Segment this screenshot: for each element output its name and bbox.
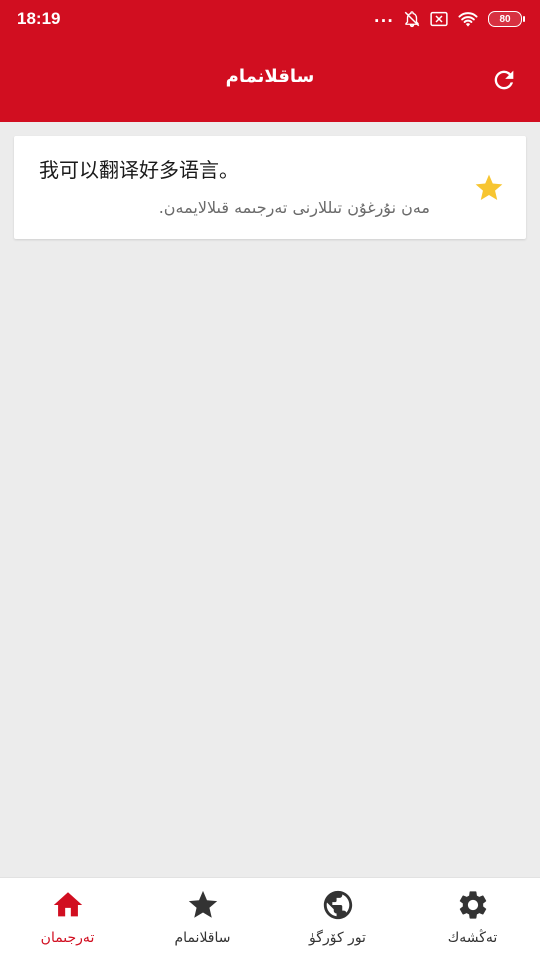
status-bar: 18:19 ... 80 [0, 0, 540, 40]
source-text: 我可以翻译好多语言。 [39, 158, 239, 182]
wifi-icon [458, 12, 478, 27]
page-title: ساقلانمام [225, 66, 315, 87]
nav-label-translator: تەرجىمان [40, 930, 95, 946]
status-time: 18:19 [17, 9, 61, 28]
nav-item-favorites[interactable]: ساقلانمام [135, 878, 270, 960]
refresh-icon[interactable] [490, 66, 518, 94]
nav-item-settings[interactable]: تەڭشەك [405, 878, 540, 960]
nav-label-settings: تەڭشەك [447, 930, 498, 946]
translation-text: مەن نۇرغۇن تىللارنى تەرجىمە قىلالايمەن. [158, 198, 430, 217]
battery-icon: 80 [488, 11, 525, 27]
gear-icon [459, 891, 486, 919]
nav-label-browser: تور كۆرگۈ [309, 930, 366, 946]
globe-icon [323, 890, 352, 920]
notification-x-icon [430, 11, 448, 27]
more-dots-icon: ... [373, 7, 394, 26]
status-icons: ... 80 [373, 7, 525, 30]
bottom-nav: تەرجىمان ساقلانمام تور كۆرگۈ تەڭشەك [0, 877, 540, 960]
nav-label-favorites: ساقلانمام [174, 930, 231, 946]
app-bar: ساقلانمام [0, 40, 540, 122]
star-icon [188, 890, 217, 918]
nav-item-translator[interactable]: تەرجىمان [0, 878, 135, 960]
home-icon [53, 892, 82, 917]
nav-item-browser[interactable]: تور كۆرگۈ [270, 878, 405, 960]
bell-off-icon [404, 11, 420, 28]
star-icon[interactable] [473, 172, 505, 204]
favorite-card[interactable]: 我可以翻译好多语言。 مەن نۇرغۇن تىللارنى تەرجىمە ق… [14, 136, 526, 239]
